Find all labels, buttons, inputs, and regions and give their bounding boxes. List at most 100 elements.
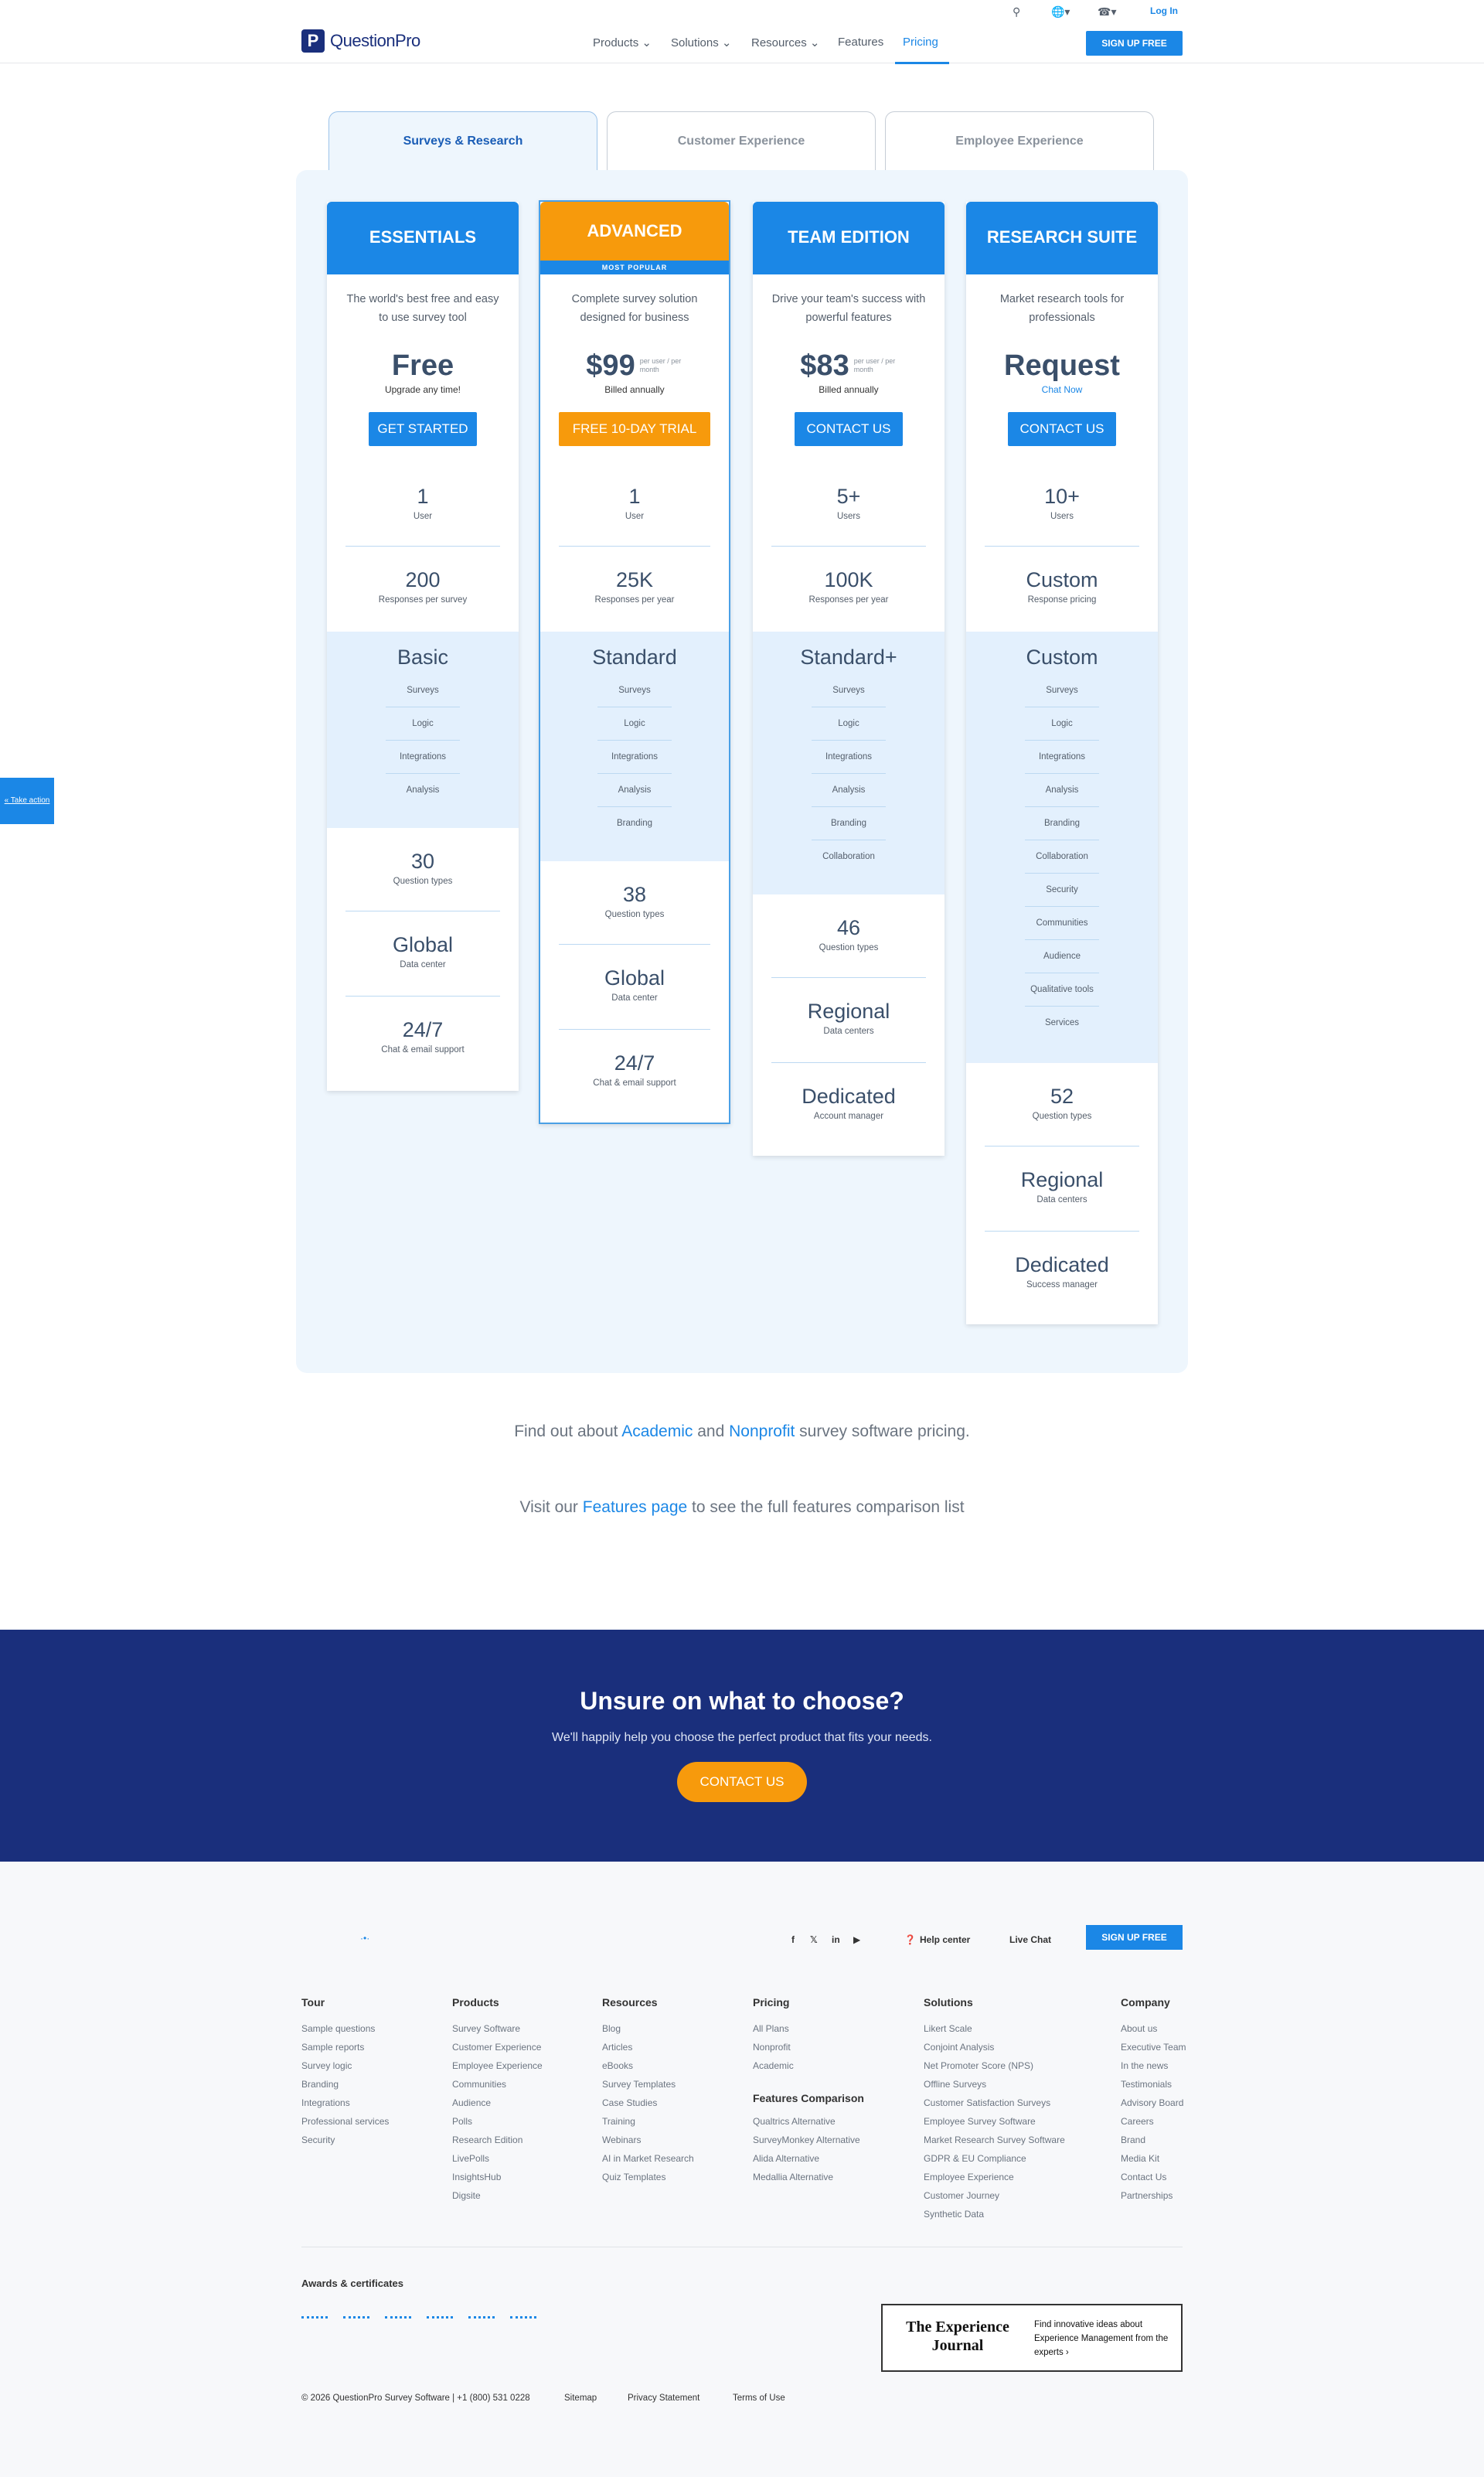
footer-link[interactable]: Quiz Templates bbox=[602, 2168, 694, 2186]
footer-link[interactable]: SurveyMonkey Alternative bbox=[753, 2131, 864, 2149]
footer-link[interactable]: Employee Experience bbox=[924, 2168, 1065, 2186]
help-center-link[interactable]: Help center bbox=[920, 1934, 970, 1945]
footer-link[interactable]: About us bbox=[1121, 2019, 1186, 2038]
privacy-link[interactable]: Privacy Statement bbox=[628, 2394, 699, 2403]
footer-link[interactable]: Likert Scale bbox=[924, 2019, 1065, 2038]
tab-employee-experience[interactable]: Employee Experience bbox=[885, 111, 1154, 172]
sitemap-link[interactable]: Sitemap bbox=[564, 2394, 597, 2403]
footer-link[interactable]: Survey logic bbox=[301, 2056, 389, 2075]
footer-link[interactable]: Training bbox=[602, 2112, 694, 2131]
footer-link[interactable]: Nonprofit bbox=[753, 2038, 864, 2056]
footer-link[interactable]: Sample questions bbox=[301, 2019, 389, 2038]
youtube-icon[interactable]: ▶ bbox=[853, 1934, 860, 1945]
academic-link[interactable]: Academic bbox=[621, 1422, 693, 1440]
footer-link[interactable]: Academic bbox=[753, 2056, 864, 2075]
stat-value: Dedicated bbox=[1015, 1253, 1109, 1276]
get-started-button[interactable]: GET STARTED bbox=[369, 412, 477, 446]
chat-now-link[interactable]: Chat Now bbox=[966, 384, 1158, 397]
linkedin-icon[interactable]: in bbox=[832, 1934, 840, 1945]
footer-link[interactable]: Branding bbox=[301, 2075, 389, 2094]
footer-link[interactable]: Testimonials bbox=[1121, 2075, 1186, 2094]
footer-link[interactable]: Communities bbox=[452, 2075, 543, 2094]
info-text: survey software pricing. bbox=[795, 1422, 970, 1440]
footer-link[interactable]: Market Research Survey Software bbox=[924, 2131, 1065, 2149]
footer-link[interactable]: Survey Templates bbox=[602, 2075, 694, 2094]
login-link[interactable]: Log In bbox=[1150, 5, 1178, 16]
plan-price: $99 per user / per month bbox=[540, 349, 729, 382]
terms-link[interactable]: Terms of Use bbox=[733, 2394, 785, 2403]
stat-label: Question types bbox=[1032, 1112, 1092, 1121]
nav-pricing[interactable]: Pricing bbox=[903, 36, 938, 49]
tab-surveys-research[interactable]: Surveys & Research bbox=[328, 111, 597, 172]
footer-link[interactable]: Alida Alternative bbox=[753, 2149, 864, 2168]
contact-us-button-team[interactable]: CONTACT US bbox=[795, 412, 903, 446]
footer-link[interactable]: Net Promoter Score (NPS) bbox=[924, 2056, 1065, 2075]
footer-link[interactable]: Customer Satisfaction Surveys bbox=[924, 2094, 1065, 2112]
free-trial-button[interactable]: FREE 10-DAY TRIAL bbox=[559, 412, 710, 446]
footer-link[interactable]: Articles bbox=[602, 2038, 694, 2056]
footer-link[interactable]: InsightsHub bbox=[452, 2168, 543, 2186]
footer-link[interactable]: Security bbox=[301, 2131, 389, 2149]
contact-us-button-research[interactable]: CONTACT US bbox=[1008, 412, 1116, 446]
footer-link[interactable]: Advisory Board bbox=[1121, 2094, 1186, 2112]
footer-link[interactable]: Case Studies bbox=[602, 2094, 694, 2112]
footer-link[interactable]: Careers bbox=[1121, 2112, 1186, 2131]
facebook-icon[interactable]: f bbox=[791, 1934, 795, 1945]
footer-link[interactable]: Partnerships bbox=[1121, 2186, 1186, 2205]
take-action-button[interactable]: « Take action bbox=[0, 778, 54, 824]
footer-link[interactable]: Audience bbox=[452, 2094, 543, 2112]
plan-name: ADVANCED bbox=[540, 202, 729, 261]
footer-link[interactable]: GDPR & EU Compliance bbox=[924, 2149, 1065, 2168]
experience-journal-promo[interactable]: The Experience Journal Find innovative i… bbox=[881, 2304, 1183, 2372]
footer-signup-button[interactable]: SIGN UP FREE bbox=[1086, 1925, 1183, 1950]
signup-button[interactable]: SIGN UP FREE bbox=[1086, 31, 1183, 56]
nav-solutions[interactable]: Solutions ⌄ bbox=[671, 36, 731, 49]
nav-resources[interactable]: Resources ⌄ bbox=[751, 36, 819, 49]
footer-link[interactable]: Survey Software bbox=[452, 2019, 543, 2038]
footer-link[interactable]: In the news bbox=[1121, 2056, 1186, 2075]
twitter-icon[interactable]: 𝕏 bbox=[810, 1934, 818, 1945]
footer-link[interactable]: Integrations bbox=[301, 2094, 389, 2112]
footer-link[interactable]: All Plans bbox=[753, 2019, 864, 2038]
footer-link[interactable]: LivePolls bbox=[452, 2149, 543, 2168]
footer-link[interactable]: AI in Market Research bbox=[602, 2149, 694, 2168]
footer-link[interactable]: Customer Experience bbox=[452, 2038, 543, 2056]
search-icon[interactable]: ⚲ bbox=[1013, 5, 1020, 19]
features-page-link[interactable]: Features page bbox=[583, 1498, 687, 1516]
nonprofit-link[interactable]: Nonprofit bbox=[729, 1422, 795, 1440]
footer-link[interactable]: Executive Team bbox=[1121, 2038, 1186, 2056]
footer-link[interactable]: Digsite bbox=[452, 2186, 543, 2205]
phone-icon[interactable]: ☎▾ bbox=[1098, 5, 1116, 19]
footer-link[interactable]: eBooks bbox=[602, 2056, 694, 2075]
footer-link[interactable]: Media Kit bbox=[1121, 2149, 1186, 2168]
footer-link[interactable]: Conjoint Analysis bbox=[924, 2038, 1065, 2056]
footer-link[interactable]: Professional services bbox=[301, 2112, 389, 2131]
stat-value: 10+ bbox=[1044, 485, 1080, 508]
footer-link[interactable]: Brand bbox=[1121, 2131, 1186, 2149]
nav-products[interactable]: Products ⌄ bbox=[593, 36, 652, 49]
globe-icon[interactable]: 🌐▾ bbox=[1051, 5, 1070, 19]
questionpro-logo[interactable]: P QuestionPro bbox=[301, 29, 420, 53]
footer-link[interactable]: Sample reports bbox=[301, 2038, 389, 2056]
footer-link[interactable]: Blog bbox=[602, 2019, 694, 2038]
feature-item: Logic bbox=[597, 707, 672, 741]
footer-link[interactable]: Webinars bbox=[602, 2131, 694, 2149]
banner-contact-button[interactable]: CONTACT US bbox=[677, 1762, 807, 1802]
stat-responses: 100K Responses per year bbox=[771, 547, 926, 632]
footer-link[interactable]: Offline Surveys bbox=[924, 2075, 1065, 2094]
footer-link[interactable]: Employee Experience bbox=[452, 2056, 543, 2075]
footer-link[interactable]: Synthetic Data bbox=[924, 2205, 1065, 2223]
footer-link[interactable]: Research Edition bbox=[452, 2131, 543, 2149]
stat-value: 46 bbox=[836, 916, 861, 939]
live-chat-link[interactable]: Live Chat bbox=[1009, 1934, 1051, 1945]
contact-banner: Unsure on what to choose? We'll happily … bbox=[0, 1630, 1484, 1862]
stat-question-types: 38 Question types bbox=[559, 861, 710, 945]
nav-features[interactable]: Features bbox=[838, 36, 883, 49]
footer-link[interactable]: Polls bbox=[452, 2112, 543, 2131]
tab-customer-experience[interactable]: Customer Experience bbox=[607, 111, 876, 172]
footer-link[interactable]: Qualtrics Alternative bbox=[753, 2112, 864, 2131]
footer-link[interactable]: Customer Journey bbox=[924, 2186, 1065, 2205]
footer-link[interactable]: Contact Us bbox=[1121, 2168, 1186, 2186]
footer-link[interactable]: Medallia Alternative bbox=[753, 2168, 864, 2186]
footer-link[interactable]: Employee Survey Software bbox=[924, 2112, 1065, 2131]
